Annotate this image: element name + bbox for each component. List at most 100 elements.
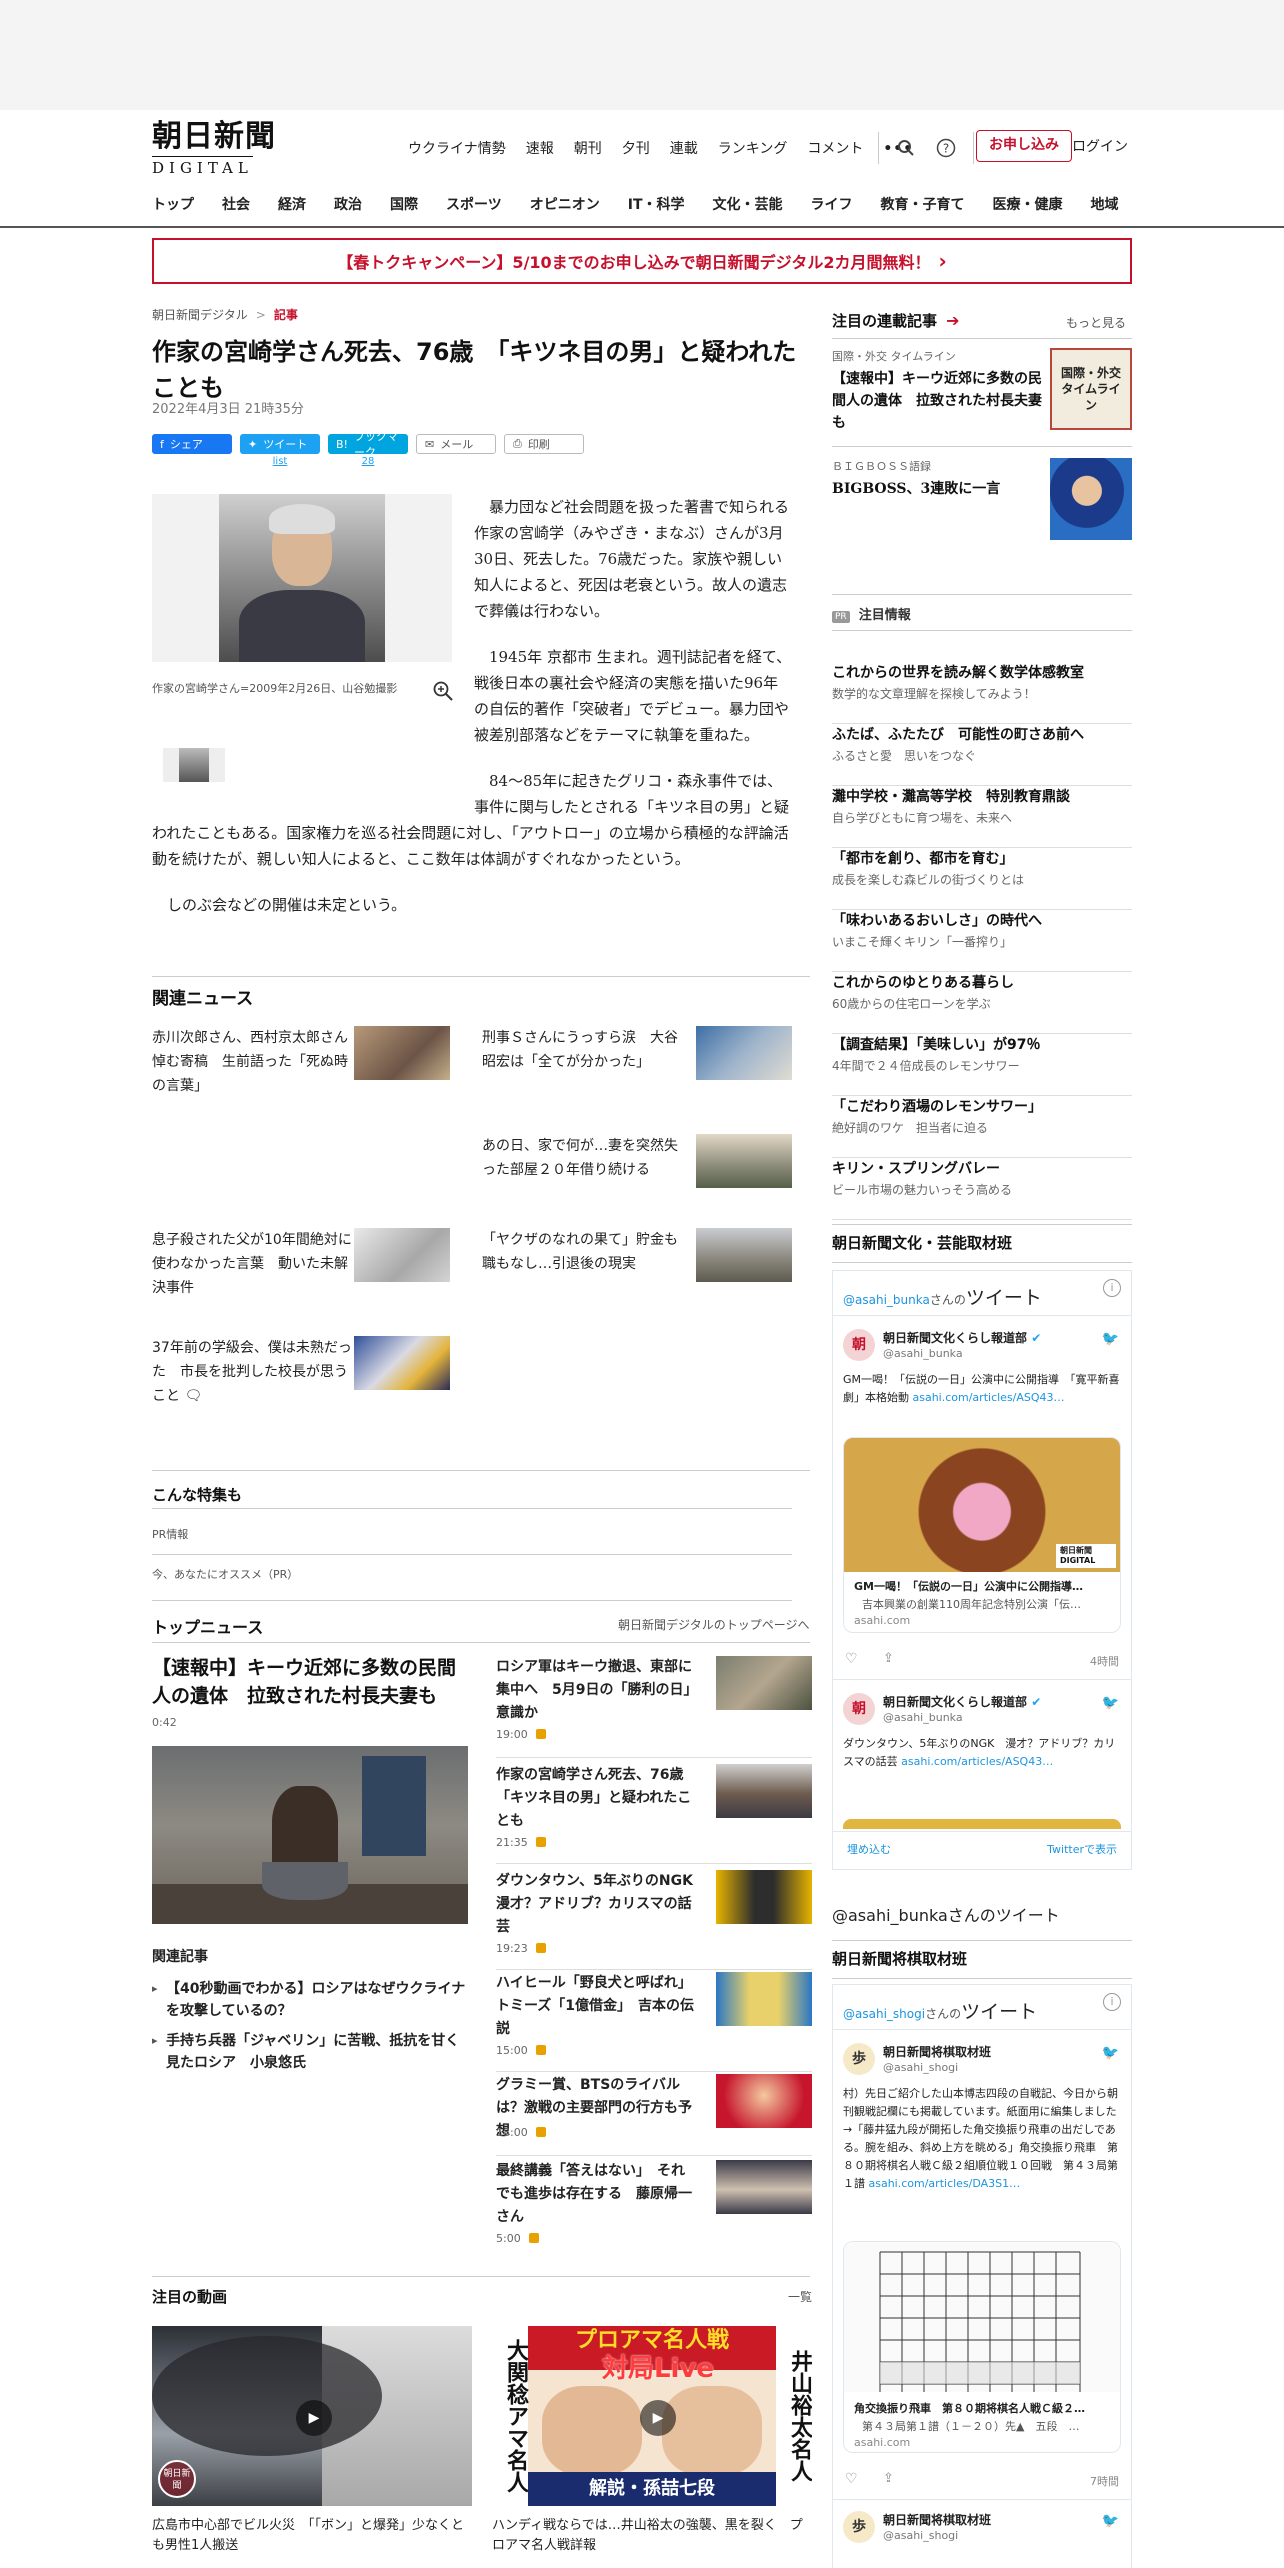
info-icon[interactable]: i bbox=[1103, 1279, 1121, 1297]
tweet-author-name[interactable]: 朝日新聞将棋取材班 bbox=[883, 2511, 991, 2528]
video-thumbnail[interactable]: 朝日新聞 ▶ bbox=[152, 2326, 472, 2506]
main-nav-item[interactable]: 経済 bbox=[278, 194, 306, 214]
pr-item[interactable]: 灘中学校・灘高等学校 特別教育鼎談 自ら学びともに育つ場を、未来へ bbox=[832, 786, 1132, 848]
news-item[interactable]: ロシア軍はキーウ撤退、東部に集中へ 5月9日の「勝利の日」意識か 19:00 bbox=[496, 1656, 812, 1758]
top-nav-item[interactable]: 速報 bbox=[526, 138, 554, 160]
video-thumbnail[interactable]: プロアマ名人戦 対局Live 大関稔アマ名人 井山裕太名人 解説・孫喆七段 ▶ bbox=[492, 2326, 812, 2506]
news-item[interactable]: 作家の宮崎学さん死去、76歳 「キツネ目の男」と疑われたことも 21:35 bbox=[496, 1764, 812, 1864]
print-button[interactable]: ⎙ 印刷 bbox=[504, 434, 584, 454]
top-nav-item[interactable]: コメント bbox=[807, 138, 863, 160]
main-nav-item[interactable]: 文化・芸能 bbox=[713, 194, 783, 214]
avatar[interactable]: 朝 bbox=[843, 1329, 875, 1361]
top-nav-item[interactable]: ウクライナ情勢 bbox=[408, 138, 506, 160]
tweet-author-handle[interactable]: @asahi_shogi bbox=[883, 2529, 958, 2542]
avatar[interactable]: 歩 bbox=[843, 2511, 875, 2543]
pr-item[interactable]: これからの世界を読み解く数学体感教室 数学的な文章理解を探検してみよう！ bbox=[832, 662, 1132, 724]
facebook-share-button[interactable]: f シェア bbox=[152, 434, 232, 454]
play-icon[interactable]: ▶ bbox=[296, 2400, 332, 2436]
main-nav-item[interactable]: トップ bbox=[152, 194, 194, 214]
twitter-share-button[interactable]: ✦ ツイート list bbox=[240, 434, 320, 467]
tweet-link[interactable]: asahi.com/articles/ASQ43… bbox=[901, 1755, 1053, 1768]
search-icon[interactable] bbox=[893, 135, 919, 161]
series-item[interactable]: ＢＩＧＢＯＳＳ語録 BIGBOSS、3連敗に一言 bbox=[832, 458, 1132, 548]
avatar[interactable]: 朝 bbox=[843, 1693, 875, 1725]
pr-item[interactable]: 「都市を創り、都市を育む」 成長を楽しむ森ビルの街づくりとは bbox=[832, 848, 1132, 910]
news-item[interactable]: グラミー賞、BTSのライバルは？激戦の主要部門の行方も予想 18:00 bbox=[496, 2074, 812, 2156]
tweet-author-name[interactable]: 朝日新聞文化くらし報道部 ✔ bbox=[883, 1329, 1041, 1346]
main-nav-item[interactable]: ライフ bbox=[811, 194, 853, 214]
related-news-item[interactable]: 赤川次郎さん、西村京太郎さん悼む寄稿 生前語った「死ぬ時の言葉」 bbox=[152, 1026, 462, 1106]
tweet-author-name[interactable]: 朝日新聞将棋取材班 bbox=[883, 2043, 991, 2060]
timeline-handle-link[interactable]: @asahi_bunka bbox=[843, 1293, 930, 1307]
pr-item[interactable]: ふたば、ふたたび 可能性の町さあ前へ ふるさと愛 思いをつなぐ bbox=[832, 724, 1132, 786]
login-link[interactable]: ログイン bbox=[1072, 136, 1128, 156]
main-nav-item[interactable]: 国際 bbox=[390, 194, 418, 214]
main-nav-item[interactable]: 社会 bbox=[222, 194, 250, 214]
tweet-time[interactable]: 7時間 bbox=[1090, 2473, 1119, 2489]
pr-item[interactable]: これからのゆとりある暮らし 60歳からの住宅ローンを学ぶ bbox=[832, 972, 1132, 1034]
share-icon[interactable]: ⇪ bbox=[883, 1651, 894, 1666]
news-item[interactable]: 最終講義「答えはない」 それでも進歩は存在する 藤原帰一さん 5:00 bbox=[496, 2160, 812, 2260]
tweet-link[interactable]: asahi.com/articles/DA3S1… bbox=[869, 2177, 1021, 2190]
videos-more-link[interactable]: 一覧 bbox=[788, 2288, 812, 2305]
tweet-card[interactable]: 朝日新聞 DIGITAL GM一喝！「伝説の一日」公演中に公開指導… 吉本興業の… bbox=[843, 1437, 1121, 1633]
video-caption[interactable]: ハンディ戦ならでは…井山裕太の強襲、黒を裂く プロアマ名人戦詳報 bbox=[492, 2516, 812, 2556]
news-item[interactable]: ダウンタウン、5年ぶりのNGK漫才？アドリブ？カリスマの話芸 19:23 bbox=[496, 1870, 812, 1970]
main-nav-item[interactable]: スポーツ bbox=[446, 194, 502, 214]
breadcrumb-home[interactable]: 朝日新聞デジタル bbox=[152, 308, 248, 322]
lead-news-title[interactable]: 【速報中】キーウ近郊に多数の民間人の遺体 拉致された村長夫妻も bbox=[152, 1654, 472, 1710]
main-nav-item[interactable]: 政治 bbox=[334, 194, 362, 214]
lead-news-photo[interactable] bbox=[152, 1746, 468, 1924]
tweet-card[interactable]: 角交換振り飛車 第８０期将棋名人戦Ｃ級２… 第４３局第１譜（１－２０）先▲ 五段… bbox=[843, 2241, 1121, 2453]
related-article-link[interactable]: 手持ち兵器「ジャベリン」に苦戦、抵抗を甘く見たロシア 小泉悠氏 bbox=[152, 2030, 468, 2074]
twitter-bird-icon[interactable]: 🐦 bbox=[1102, 2045, 1119, 2061]
related-news-item[interactable]: 「ヤクザのなれの果て」貯金も職もなし…引退後の現実 bbox=[482, 1228, 792, 1308]
twitter-bird-icon[interactable]: 🐦 bbox=[1102, 1695, 1119, 1711]
main-nav-item[interactable]: オピニオン bbox=[530, 194, 600, 214]
info-icon[interactable]: i bbox=[1103, 1993, 1121, 2011]
main-nav-item[interactable]: 地域 bbox=[1091, 194, 1119, 214]
hatena-bookmark-button[interactable]: B! ブックマーク 28 bbox=[328, 430, 408, 467]
main-nav-item[interactable]: IT・科学 bbox=[628, 194, 685, 214]
timeline-handle-link[interactable]: @asahi_shogi bbox=[843, 2007, 925, 2021]
top-nav-item[interactable]: ランキング bbox=[718, 138, 788, 160]
pr-item[interactable]: 【調査結果】「美味しい」が97％ 4年間で２４倍成長のレモンサワー bbox=[832, 1034, 1132, 1096]
top-page-link[interactable]: 朝日新聞デジタルのトップページへ bbox=[618, 1616, 810, 1633]
tweet-time[interactable]: 4時間 bbox=[1090, 1653, 1119, 1669]
bunka-timeline-footer[interactable]: @asahi_bunkaさんのツイート bbox=[832, 1902, 1132, 1926]
main-nav-item[interactable]: 教育・子育て bbox=[881, 194, 965, 214]
avatar[interactable]: 歩 bbox=[843, 2043, 875, 2075]
view-on-twitter-link[interactable]: Twitterで表示 bbox=[1047, 1841, 1117, 1857]
main-nav-item[interactable]: 医療・健康 bbox=[993, 194, 1063, 214]
twitter-bird-icon[interactable]: 🐦 bbox=[1102, 2513, 1119, 2529]
tweet-author-handle[interactable]: @asahi_shogi bbox=[883, 2061, 958, 2074]
related-news-item[interactable]: あの日、家で何が…妻を突然失った部屋２０年借り続ける bbox=[482, 1134, 792, 1214]
pr-item[interactable]: キリン・スプリングバレー ビール市場の魅力いっそう高める bbox=[832, 1158, 1132, 1220]
news-item[interactable]: ハイヒール「野良犬と呼ばれ」トミーズ「1億借金」 吉本の伝説 15:00 bbox=[496, 1972, 812, 2072]
subscribe-button[interactable]: お申し込み bbox=[976, 130, 1072, 162]
hatena-count[interactable]: 28 bbox=[328, 456, 408, 467]
related-news-item[interactable]: 刑事Ｓさんにうっすら涙 大谷昭宏は「全てが分かった」 bbox=[482, 1026, 792, 1106]
tweet-author-name[interactable]: 朝日新聞文化くらし報道部 ✔ bbox=[883, 1693, 1041, 1710]
pr-item[interactable]: 「こだわり酒場のレモンサワー」 絶好調のワケ 担当者に迫る bbox=[832, 1096, 1132, 1158]
campaign-banner[interactable]: 【春トクキャンペーン】5/10までのお申し込みで朝日新聞デジタル2カ月間無料！ … bbox=[152, 238, 1132, 284]
tweet-author-handle[interactable]: @asahi_bunka bbox=[883, 1711, 963, 1724]
tweet-link[interactable]: asahi.com/articles/ASQ43… bbox=[913, 1391, 1065, 1404]
twitter-share-count[interactable]: list bbox=[240, 456, 320, 467]
top-nav-item[interactable]: 連載 bbox=[670, 138, 698, 160]
top-nav-item[interactable]: 朝刊 bbox=[574, 138, 602, 160]
site-logo[interactable]: 朝日新聞 DIGITAL bbox=[152, 120, 292, 180]
pr-item[interactable]: 「味わいあるおいしさ」の時代へ いまこそ輝くキリン「一番搾り」 bbox=[832, 910, 1132, 972]
twitter-bird-icon[interactable]: 🐦 bbox=[1102, 1331, 1119, 1347]
related-news-item[interactable]: 息子殺された父が10年間絶対に使わなかった言葉 動いた未解決事件 bbox=[152, 1228, 462, 1308]
series-more-link[interactable]: もっと見る bbox=[1066, 314, 1126, 331]
video-caption[interactable]: 広島市中心部でビル火災 「「ボン」と爆発」少なくとも男性1人搬送 bbox=[152, 2516, 472, 2556]
related-news-item[interactable]: 37年前の学級会、僕は未熟だった 市長を批判した校長が思うこと 🗨 bbox=[152, 1336, 462, 1416]
help-icon[interactable]: ? bbox=[933, 135, 959, 161]
play-icon[interactable]: ▶ bbox=[640, 2400, 676, 2436]
top-nav-item[interactable]: 夕刊 bbox=[622, 138, 650, 160]
mail-share-button[interactable]: ✉ メール bbox=[416, 434, 496, 454]
like-icon[interactable]: ♡ bbox=[845, 1651, 858, 1667]
related-article-link[interactable]: 【40秒動画でわかる】ロシアはなぜウクライナを攻撃しているの？ bbox=[152, 1978, 468, 2022]
share-icon[interactable]: ⇪ bbox=[883, 2471, 894, 2486]
